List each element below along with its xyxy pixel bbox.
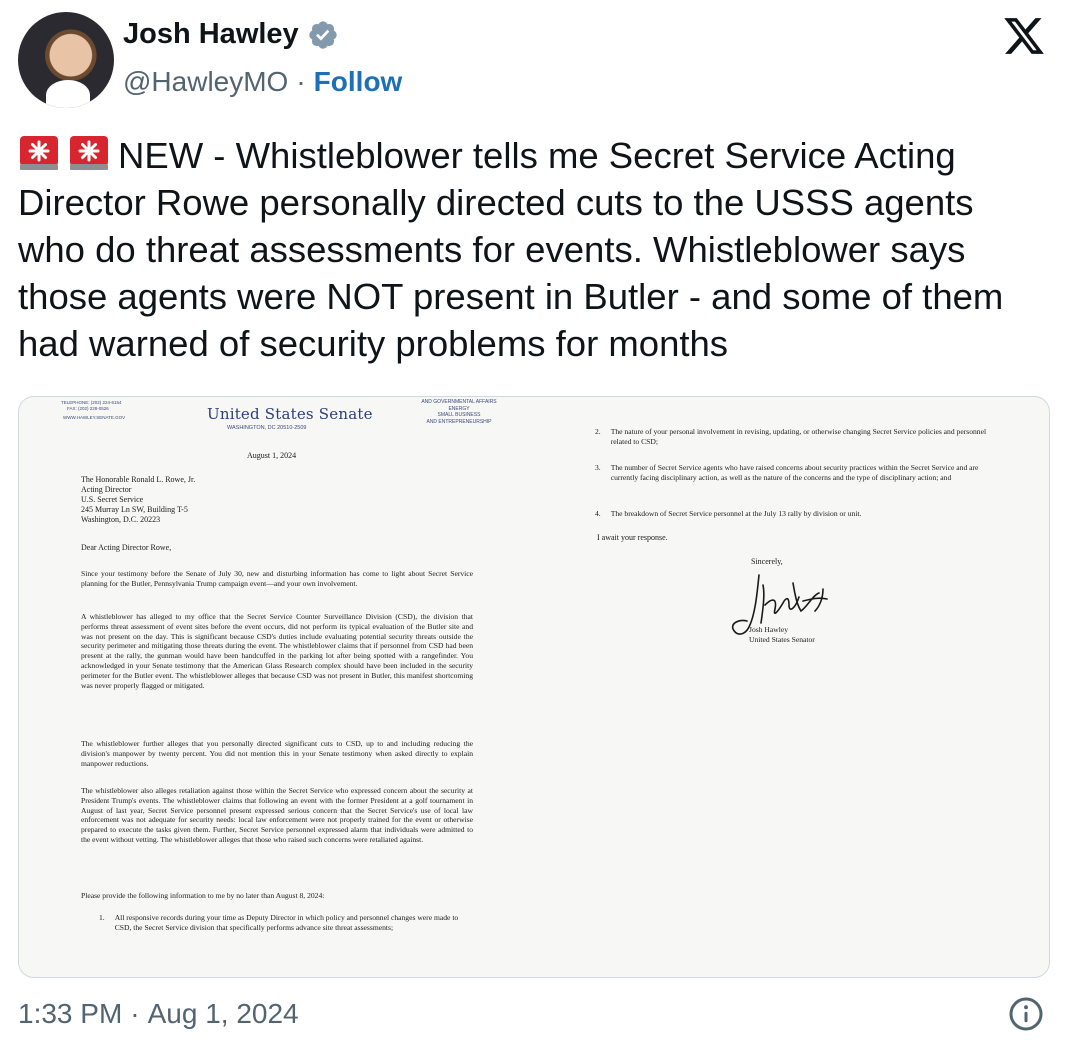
item-number: 2. [595,427,601,436]
x-logo-icon[interactable] [1002,14,1046,58]
item-text: The breakdown of Secret Service personne… [610,509,862,518]
author-name[interactable]: Josh Hawley [123,18,299,51]
rotating-light-emoji [70,136,108,170]
letterhead-address: WASHINGTON, DC 20510-2509 [227,425,307,431]
letter-paragraph: The whistleblower also alleges retaliati… [81,786,473,844]
author-name-row: Josh Hawley [123,18,339,51]
recipient-line: Acting Director [81,485,132,494]
item-number: 4. [595,509,601,518]
item-number: 3. [595,463,601,472]
letter-list-item: 3. The number of Secret Service agents w… [595,463,995,483]
timestamp-time: 1:33 PM [18,998,123,1029]
timestamp-date: Aug 1, 2024 [147,998,299,1029]
item-text: The number of Secret Service agents who … [610,463,979,482]
author-avatar[interactable] [18,12,114,108]
committee-line: AND ENTREPRENEURSHIP [426,418,492,425]
item-text: All responsive records during your time … [114,913,459,932]
tweet-timestamp[interactable]: 1:33 PM · Aug 1, 2024 [18,998,299,1030]
item-text: The nature of your personal involvement … [610,427,987,446]
signer-name: Josh Hawley [749,625,789,634]
item-number: 1. [99,913,105,922]
signer-title: United States Senator [749,634,815,644]
letterhead-title: United States Senate [207,405,373,423]
recipient-line: U.S. Secret Service [81,495,144,504]
author-handle[interactable]: @HawleyMO [123,66,288,98]
letter-paragraph: A whistleblower has alleged to my office… [81,612,473,690]
letter-paragraph: The whistleblower further alleges that y… [81,739,473,768]
recipient-line: Washington, D.C. 20223 [81,515,161,524]
follow-button[interactable]: Follow [314,66,403,98]
rotating-light-emoji [20,136,58,170]
letter-salutation: Dear Acting Director Rowe, [81,543,172,552]
letter-document: TELEPHONE: (202) 224-6154 FAX: (202) 228… [19,397,1049,977]
letter-list-item: 1. All responsive records during your ti… [99,913,471,933]
letter-date: August 1, 2024 [247,451,297,460]
letter-list-item: 2. The nature of your personal involveme… [595,427,995,447]
tweet-text: NEW - Whistleblower tells me Secret Serv… [18,132,1050,367]
letter-paragraph: Please provide the following information… [81,891,325,900]
author-handle-row: @HawleyMO · Follow [123,66,402,98]
separator: · [296,66,306,97]
letter-closing: I await your response. [597,533,668,542]
letter-paragraph: Since your testimony before the Senate o… [81,569,473,588]
letterhead-committees: AND GOVERNMENTAL AFFAIRS ENERGY SMALL BU… [409,399,509,425]
letterhead-fax: FAX: (202) 228-0526 [67,406,109,411]
attached-letter-image[interactable]: TELEPHONE: (202) 224-6154 FAX: (202) 228… [18,396,1050,978]
tweet-body: NEW - Whistleblower tells me Secret Serv… [18,135,1004,364]
letterhead-website: WWW.HAWLEY.SENATE.GOV [63,415,126,420]
verified-badge-icon [309,20,337,49]
letter-recipient: The Honorable Ronald L. Rowe, Jr. Acting… [81,475,195,525]
committee-line: AND GOVERNMENTAL AFFAIRS [421,399,497,405]
info-icon[interactable] [1008,996,1044,1032]
recipient-line: The Honorable Ronald L. Rowe, Jr. [81,475,196,484]
timestamp-separator: · [130,998,140,1029]
letter-signer: Josh Hawley United States Senator [749,625,815,644]
recipient-line: 245 Murray Ln SW, Building T-5 [81,505,188,514]
letter-list-item: 4. The breakdown of Secret Service perso… [595,509,995,519]
